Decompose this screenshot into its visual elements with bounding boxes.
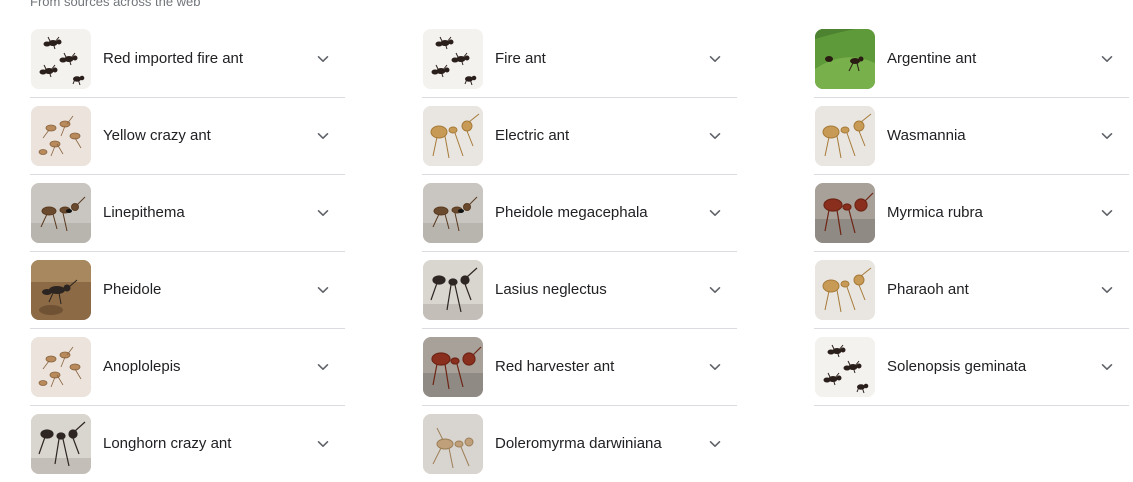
- entity-column-3: Argentine ant Wasmannia Myrmica rubra Ph…: [814, 21, 1129, 406]
- chevron-down-icon[interactable]: [311, 355, 335, 379]
- entity-thumbnail: [815, 183, 875, 243]
- entity-label: Myrmica rubra: [887, 204, 983, 221]
- chevron-down-icon[interactable]: [703, 432, 727, 456]
- entity-thumbnail: [31, 260, 91, 320]
- chevron-down-icon[interactable]: [1095, 278, 1119, 302]
- entity-row[interactable]: Lasius neglectus: [422, 252, 737, 329]
- entity-label: Linepithema: [103, 204, 185, 221]
- entity-label: Pheidole: [103, 281, 162, 298]
- entity-thumbnail: [423, 106, 483, 166]
- entity-thumbnail: [815, 29, 875, 89]
- entity-label: Anoplolepis: [103, 358, 181, 375]
- chevron-down-icon[interactable]: [311, 124, 335, 148]
- entity-row[interactable]: Pheidole: [30, 252, 345, 329]
- entity-row[interactable]: Linepithema: [30, 175, 345, 252]
- entity-thumbnail: [423, 260, 483, 320]
- entity-row[interactable]: Doleromyrma darwiniana: [422, 406, 737, 482]
- chevron-down-icon[interactable]: [703, 47, 727, 71]
- entity-label: Pharaoh ant: [887, 281, 969, 298]
- chevron-down-icon[interactable]: [703, 355, 727, 379]
- chevron-down-icon[interactable]: [1095, 201, 1119, 225]
- chevron-down-icon[interactable]: [311, 432, 335, 456]
- chevron-down-icon[interactable]: [1095, 124, 1119, 148]
- entity-label: Solenopsis geminata: [887, 358, 1027, 375]
- entity-row[interactable]: Red imported fire ant: [30, 21, 345, 98]
- entity-label: Yellow crazy ant: [103, 127, 211, 144]
- entity-thumbnail: [423, 29, 483, 89]
- entity-label: Wasmannia: [887, 127, 966, 144]
- chevron-down-icon[interactable]: [1095, 47, 1119, 71]
- chevron-down-icon[interactable]: [1095, 355, 1119, 379]
- entity-row[interactable]: Longhorn crazy ant: [30, 406, 345, 482]
- chevron-down-icon[interactable]: [703, 278, 727, 302]
- entity-row[interactable]: Myrmica rubra: [814, 175, 1129, 252]
- entity-label: Electric ant: [495, 127, 570, 144]
- entity-thumbnail: [31, 29, 91, 89]
- entity-label: Red harvester ant: [495, 358, 615, 375]
- chevron-down-icon[interactable]: [703, 124, 727, 148]
- entity-label: Pheidole megacephala: [495, 204, 648, 221]
- entity-row[interactable]: Solenopsis geminata: [814, 329, 1129, 406]
- entity-row[interactable]: Wasmannia: [814, 98, 1129, 175]
- entity-row[interactable]: Pharaoh ant: [814, 252, 1129, 329]
- entity-thumbnail: [31, 106, 91, 166]
- entity-thumbnail: [815, 337, 875, 397]
- chevron-down-icon[interactable]: [311, 47, 335, 71]
- entity-thumbnail: [815, 260, 875, 320]
- entity-row[interactable]: Yellow crazy ant: [30, 98, 345, 175]
- entity-label: Lasius neglectus: [495, 281, 607, 298]
- entity-row[interactable]: Pheidole megacephala: [422, 175, 737, 252]
- entity-label: Doleromyrma darwiniana: [495, 435, 662, 452]
- entity-thumbnail: [423, 337, 483, 397]
- chevron-down-icon[interactable]: [703, 201, 727, 225]
- entity-row[interactable]: Electric ant: [422, 98, 737, 175]
- entity-row[interactable]: Fire ant: [422, 21, 737, 98]
- entity-row[interactable]: Argentine ant: [814, 21, 1129, 98]
- entity-label: Red imported fire ant: [103, 50, 244, 67]
- entity-label: Fire ant: [495, 50, 546, 67]
- entity-column-2: Fire ant Electric ant Pheidole megacepha…: [422, 21, 737, 482]
- entity-thumbnail: [423, 414, 483, 474]
- section-caption: From sources across the web: [30, 0, 201, 9]
- entity-row[interactable]: Red harvester ant: [422, 329, 737, 406]
- entity-label: Longhorn crazy ant: [103, 435, 232, 452]
- chevron-down-icon[interactable]: [311, 278, 335, 302]
- entity-column-1: Red imported fire ant Yellow crazy ant L…: [30, 21, 345, 482]
- entity-thumbnail: [815, 106, 875, 166]
- entity-label: Argentine ant: [887, 50, 977, 67]
- entity-row[interactable]: Anoplolepis: [30, 329, 345, 406]
- entity-thumbnail: [31, 183, 91, 243]
- entity-thumbnail: [423, 183, 483, 243]
- chevron-down-icon[interactable]: [311, 201, 335, 225]
- entity-thumbnail: [31, 414, 91, 474]
- entity-thumbnail: [31, 337, 91, 397]
